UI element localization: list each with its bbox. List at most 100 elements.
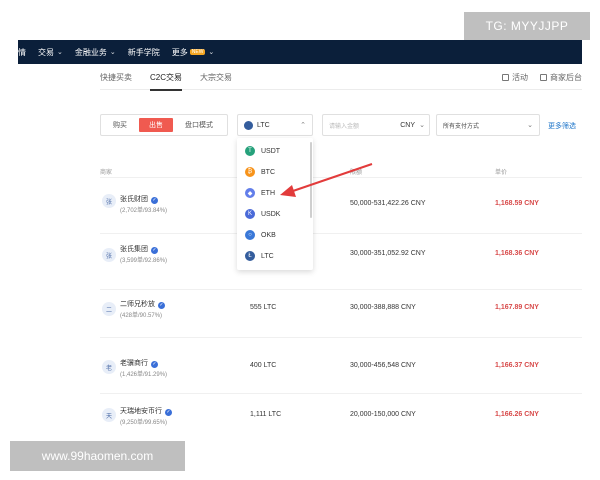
coin-select[interactable]: LTC ⌃ (237, 114, 313, 136)
merchant-link[interactable]: 商家后台 (540, 72, 582, 83)
tab-block-trade[interactable]: 大宗交易 (200, 72, 232, 83)
coin-option-okb[interactable]: ○ OKB (245, 230, 276, 240)
coin-option-label: LTC (261, 252, 274, 260)
nav-item-label: 交易 (38, 47, 54, 57)
usdt-icon: T (245, 146, 255, 156)
activity-link[interactable]: 活动 (502, 72, 528, 83)
merchant-stats: (9,250单/99.65%) (120, 420, 168, 426)
btc-icon: ₿ (245, 167, 255, 177)
available-qty: 400 LTC (250, 362, 277, 369)
available-qty: 555 LTC (250, 304, 277, 311)
coin-option-eth[interactable]: ◆ ETH (245, 188, 275, 198)
payment-method-select[interactable]: 所有支付方式 ⌄ (436, 114, 540, 136)
available-qty: 1,111 LTC (250, 411, 282, 418)
unit-price: 1,167.89 CNY (495, 304, 539, 311)
limit-range: 30,000-351,052.92 CNY (350, 250, 426, 257)
merchant-stats: (1,426单/91.29%) (120, 372, 168, 378)
usdk-icon: K (245, 209, 255, 219)
avatar: 张 (102, 194, 116, 208)
gift-icon (502, 74, 509, 81)
chevron-down-icon: ⌄ (419, 122, 425, 129)
nav-item-academy[interactable]: 新手学院 (128, 47, 160, 58)
okb-icon: ○ (245, 230, 255, 240)
coin-option-label: USDK (261, 210, 281, 218)
more-filters-link[interactable]: 更多筛选 (548, 121, 576, 131)
amount-input[interactable]: 请输入金额 CNY ⌄ (322, 114, 430, 136)
tg-watermark: TG: MYYJJPP (464, 12, 590, 40)
chevron-down-icon: ⌄ (109, 49, 116, 56)
merchant-name[interactable]: 老骥商行 ✓ (120, 358, 158, 368)
merchant-name-text: 老骥商行 (120, 360, 148, 367)
coin-option-usdk[interactable]: K USDK (245, 209, 280, 219)
chevron-down-icon: ⌄ (527, 122, 533, 129)
chevron-up-icon: ⌃ (300, 122, 306, 129)
unit-price: 1,168.36 CNY (495, 250, 539, 257)
header-limit: 限额 (350, 170, 363, 176)
unit-price: 1,166.37 CNY (495, 362, 539, 369)
chevron-down-icon: ⌄ (57, 49, 63, 56)
buy-button[interactable]: 购买 (101, 115, 139, 135)
merchant-name-text: 天瑞地安币行 (120, 408, 162, 415)
limit-range: 50,000-531,422.26 CNY (350, 200, 426, 207)
top-nav-bar: 情 交易 ⌄ 金融业务 ⌄ 新手学院 更多 NEW ⌄ (18, 40, 582, 64)
coin-option-label: ETH (261, 189, 275, 197)
header-merchant: 商家 (100, 170, 113, 176)
limit-range: 30,000-388,888 CNY (350, 304, 416, 311)
merchant-name[interactable]: 张氏财团 ✓ (120, 194, 158, 204)
dropdown-scrollbar[interactable] (310, 142, 312, 218)
limit-range: 30,000-456,548 CNY (350, 362, 416, 369)
verified-icon: ✓ (151, 197, 158, 204)
nav-item-label: 更多 (171, 47, 188, 57)
merchant-name[interactable]: 天瑞地安币行 ✓ (120, 406, 172, 416)
avatar: 张 (102, 248, 116, 262)
coin-dropdown-menu: T USDT ₿ BTC ◆ ETH K USDK ○ OKB Ł LTC (237, 138, 313, 270)
trade-side-toggle: 购买 出售 盘口模式 (100, 114, 228, 136)
ltc-icon (244, 120, 253, 130)
coin-option-label: BTC (261, 168, 275, 176)
eth-icon: ◆ (245, 188, 255, 198)
coin-option-usdt[interactable]: T USDT (245, 146, 280, 156)
coin-option-label: OKB (261, 231, 276, 239)
amount-placeholder: 请输入金额 (329, 123, 360, 130)
sell-button[interactable]: 出售 (139, 118, 173, 132)
merchant-name[interactable]: 二师兄秒放 ✓ (120, 299, 165, 309)
verified-icon: ✓ (151, 361, 158, 368)
verified-icon: ✓ (165, 409, 172, 416)
merchant-name-text: 张氏集团 (120, 246, 148, 253)
nav-item-label: 新手学院 (127, 47, 160, 57)
table-row[interactable]: 张 张氏财团 ✓ (2,702单/93.84%) 50,000-531,422.2… (100, 178, 582, 234)
nav-item-more[interactable]: 更多 NEW ⌄ (172, 47, 215, 58)
verified-icon: ✓ (158, 302, 165, 309)
block-mode-button[interactable]: 盘口模式 (173, 115, 225, 135)
nav-item-finance[interactable]: 金融业务 ⌄ (75, 47, 116, 58)
currency-value[interactable]: CNY (400, 122, 415, 129)
table-header: 商家 限额 单价 (100, 164, 582, 178)
chevron-down-icon: ⌄ (208, 49, 215, 56)
limit-range: 20,000-150,000 CNY (350, 411, 416, 418)
payment-method-value: 所有支付方式 (443, 123, 480, 130)
coin-option-ltc[interactable]: Ł LTC (245, 251, 274, 261)
tab-c2c[interactable]: C2C交易 (150, 72, 183, 91)
unit-price: 1,168.59 CNY (495, 200, 539, 207)
header-price: 单价 (495, 170, 508, 176)
nav-item-market[interactable]: 情 (18, 47, 26, 58)
nav-item-label: 金融业务 (74, 47, 107, 57)
table-row[interactable]: 二 二师兄秒放 ✓ (428单/90.57%) 555 LTC 30,000-38… (100, 282, 582, 338)
avatar: 二 (102, 302, 116, 316)
coin-option-label: USDT (261, 147, 281, 155)
tab-quick-trade[interactable]: 快捷买卖 (100, 72, 132, 83)
subnav-actions: 活动 商家后台 (502, 72, 582, 83)
nav-item-trade[interactable]: 交易 ⌄ (38, 47, 63, 58)
avatar: 老 (102, 360, 116, 374)
avatar: 天 (102, 408, 116, 422)
unit-price: 1,166.26 CNY (495, 411, 539, 418)
table-row[interactable]: 老 老骥商行 ✓ (1,426单/91.29%) 400 LTC 30,000-4… (100, 338, 582, 394)
activity-label: 活动 (512, 73, 528, 82)
new-badge: NEW (189, 49, 206, 55)
verified-icon: ✓ (151, 247, 158, 254)
merchant-stats: (2,702单/93.84%) (120, 208, 168, 214)
merchant-name[interactable]: 张氏集团 ✓ (120, 244, 158, 254)
merchant-stats: (3,599单/92.86%) (120, 258, 168, 264)
coin-option-btc[interactable]: ₿ BTC (245, 167, 275, 177)
ltc-icon: Ł (245, 251, 255, 261)
